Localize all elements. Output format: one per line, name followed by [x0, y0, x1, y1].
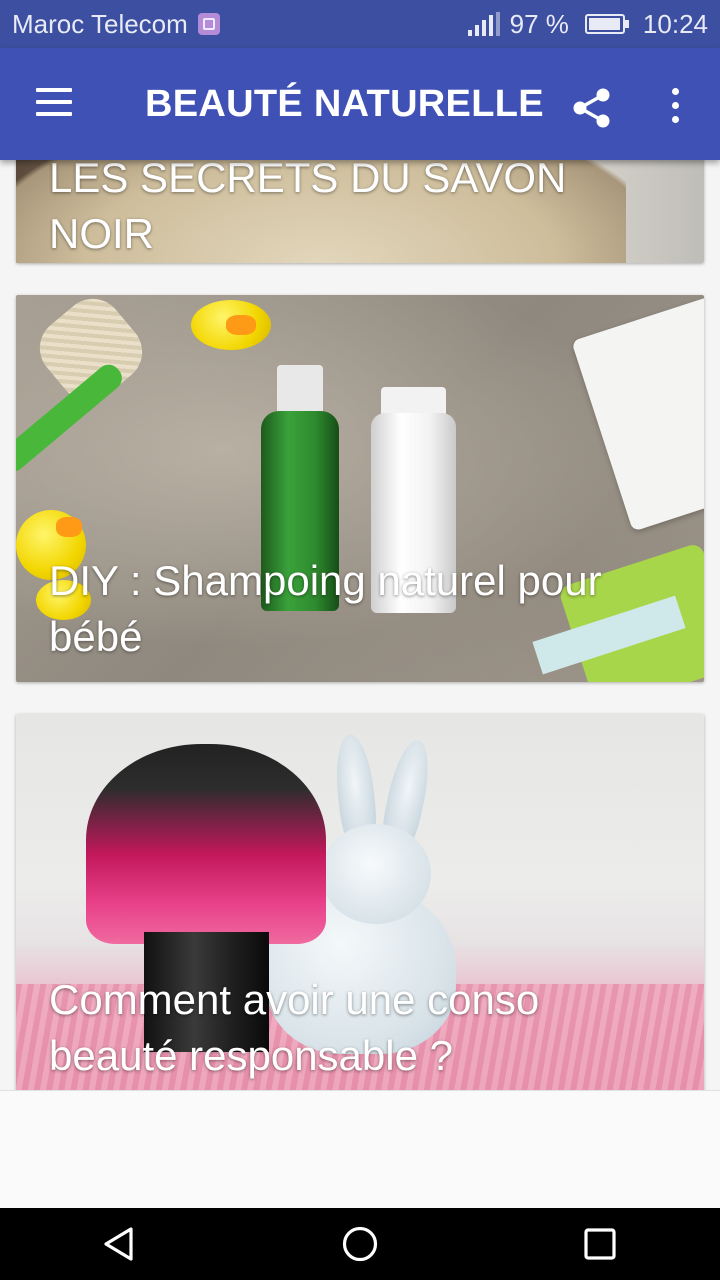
recents-icon[interactable]: [570, 1214, 630, 1274]
article-feed[interactable]: LES SECRETS DU SAVON NOIR DIY : Shampoin…: [0, 160, 720, 1090]
status-bar: Maroc Telecom 97 % 10:24: [0, 0, 720, 48]
article-title: Comment avoir une conso beauté responsab…: [49, 976, 540, 1079]
nav-bar: [0, 1208, 720, 1280]
image-rabbit-head: [321, 824, 431, 924]
carrier-name: Maroc Telecom: [12, 8, 188, 39]
menu-icon[interactable]: [32, 88, 72, 120]
more-vert-icon[interactable]: [660, 86, 692, 126]
battery-level: [588, 18, 620, 30]
back-icon[interactable]: [90, 1214, 150, 1274]
status-right: 97 % 10:24: [467, 8, 708, 40]
image-duck-beak: [56, 517, 82, 537]
battery-icon: [584, 14, 629, 34]
status-left: Maroc Telecom: [12, 9, 220, 40]
share-icon[interactable]: [570, 86, 614, 130]
screen: Maroc Telecom 97 % 10:24 BEAUTÉ NATURELL…: [0, 0, 720, 1280]
article-title: LES SECRETS DU SAVON NOIR: [49, 160, 567, 257]
empty-area: [0, 1090, 720, 1209]
app-bar: BEAUTÉ NATURELLE: [0, 48, 720, 160]
article-card[interactable]: Comment avoir une conso beauté responsab…: [16, 714, 704, 1090]
article-card[interactable]: DIY : Shampoing naturel pour bébé: [16, 295, 704, 682]
article-title: DIY : Shampoing naturel pour bébé: [49, 557, 602, 660]
article-card[interactable]: LES SECRETS DU SAVON NOIR: [16, 160, 704, 263]
image-duck-beak: [226, 315, 256, 335]
home-icon[interactable]: [330, 1214, 390, 1274]
app-title: BEAUTÉ NATURELLE: [145, 83, 544, 125]
clock: 10:24: [642, 8, 708, 39]
image-makeup-brush: [86, 744, 326, 944]
battery-percent: 97 %: [509, 8, 569, 39]
signal-icon: [467, 12, 500, 36]
sim-card-icon: [197, 13, 220, 35]
